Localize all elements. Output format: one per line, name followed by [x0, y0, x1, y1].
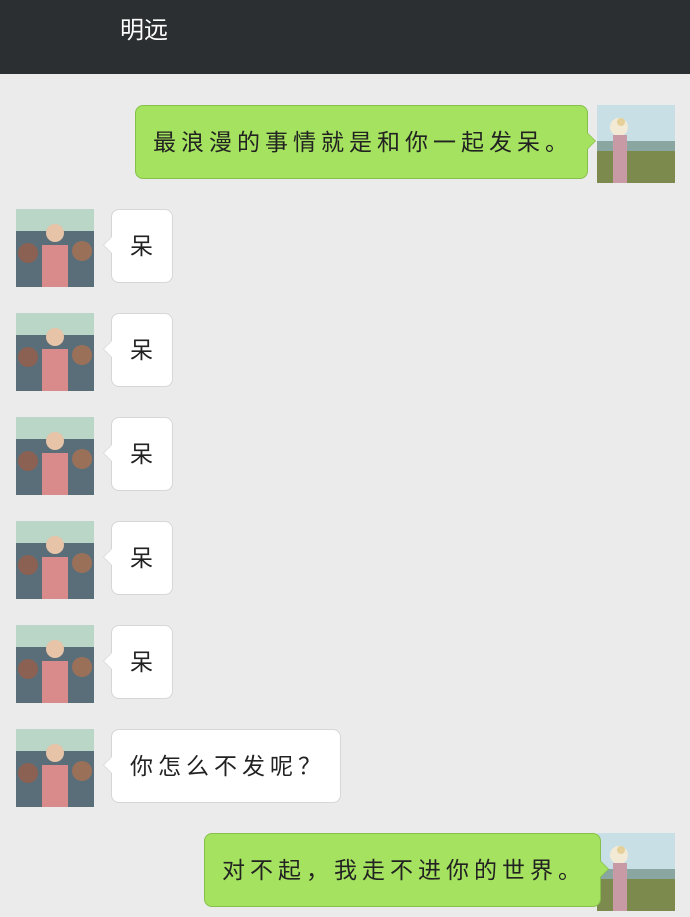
contact-avatar[interactable]	[16, 209, 94, 287]
outgoing-message-bubble[interactable]: 对不起，我走不进你的世界。	[204, 833, 609, 907]
incoming-message-bubble[interactable]: 呆	[103, 521, 173, 595]
man-avatar-icon	[16, 417, 94, 495]
my-avatar[interactable]	[597, 105, 675, 183]
contact-avatar[interactable]	[16, 521, 94, 599]
incoming-message-bubble[interactable]: 你怎么不发呢？	[103, 729, 341, 803]
man-avatar-icon	[16, 729, 94, 807]
man-avatar-icon	[16, 521, 94, 599]
man-avatar-icon	[16, 625, 94, 703]
contact-avatar[interactable]	[16, 313, 94, 391]
contact-avatar[interactable]	[16, 625, 94, 703]
outgoing-message-bubble[interactable]: 最浪漫的事情就是和你一起发呆。	[135, 105, 596, 179]
incoming-message-bubble[interactable]: 呆	[103, 417, 173, 491]
incoming-message-bubble[interactable]: 呆	[103, 625, 173, 699]
chat-header: 明远	[0, 0, 690, 74]
incoming-message-bubble[interactable]: 呆	[103, 313, 173, 387]
contact-avatar[interactable]	[16, 417, 94, 495]
incoming-message-bubble[interactable]: 呆	[103, 209, 173, 283]
contact-avatar[interactable]	[16, 729, 94, 807]
man-avatar-icon	[16, 209, 94, 287]
woman-avatar-icon	[597, 105, 675, 183]
man-avatar-icon	[16, 313, 94, 391]
contact-name-title: 明远	[120, 16, 168, 44]
